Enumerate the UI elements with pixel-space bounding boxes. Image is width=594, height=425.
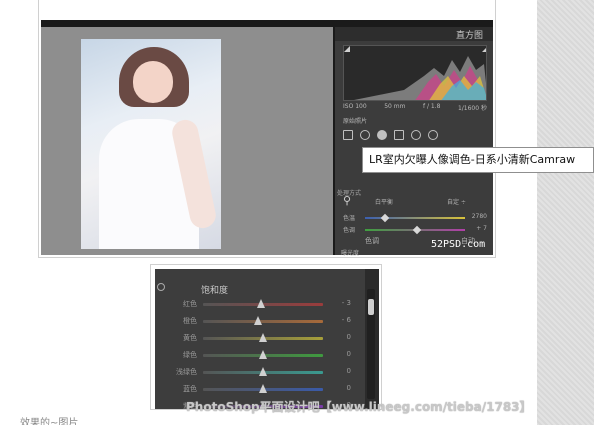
saturation-slider-track[interactable] bbox=[203, 320, 323, 323]
saturation-slider-value[interactable]: 0 bbox=[331, 384, 351, 392]
saturation-slider-value[interactable]: 0 bbox=[331, 333, 351, 341]
saturation-slider-knob[interactable] bbox=[259, 367, 267, 376]
saturation-screenshot: 饱和度 红色 - 3 橙色 - 6 黄色 0 绿色 0 浅绿色 0 蓝色 0 紫色 0 bbox=[150, 264, 382, 410]
histogram-title: 直方图 bbox=[455, 31, 483, 41]
scrollbar[interactable] bbox=[367, 289, 375, 399]
tooltip: LR室内欠曝人像调色-日系小清新Camraw bbox=[362, 147, 594, 173]
saturation-slider-row[interactable]: 绿色 0 bbox=[173, 348, 353, 362]
exif-iso: ISO 100 bbox=[343, 103, 367, 110]
tab-tone[interactable]: 色调 bbox=[365, 236, 379, 246]
histogram-graph bbox=[344, 46, 487, 100]
wb-label: 白平衡 bbox=[375, 199, 394, 206]
temp-knob[interactable] bbox=[380, 213, 390, 223]
exif-shutter: 1/1600 秒 bbox=[457, 105, 487, 112]
tint-knob[interactable] bbox=[412, 225, 422, 235]
photo-canvas[interactable] bbox=[41, 27, 333, 255]
original-photo-toggle[interactable]: 原始照片 bbox=[343, 116, 367, 125]
saturation-slider-label: 浅绿色 bbox=[176, 368, 197, 376]
crop-tool-icon[interactable] bbox=[343, 130, 353, 140]
saturation-slider-row[interactable]: 黄色 0 bbox=[173, 331, 353, 345]
develop-panel: 直方图 ISO 100 50 mm f / 1.8 1/1600 秒 原始照片 … bbox=[335, 27, 493, 257]
photo-face bbox=[133, 61, 173, 103]
saturation-window: 饱和度 红色 - 3 橙色 - 6 黄色 0 绿色 0 浅绿色 0 蓝色 0 紫色 0 bbox=[155, 269, 379, 410]
footer-watermark: PhotoShop平面设计吧【www.lineeg.com/tieba/1783… bbox=[186, 400, 532, 414]
lightroom-screenshot: 直方图 ISO 100 50 mm f / 1.8 1/1600 秒 原始照片 … bbox=[38, 0, 496, 258]
red-eye-icon[interactable] bbox=[377, 130, 387, 140]
spot-removal-icon[interactable] bbox=[360, 130, 370, 140]
tint-slider[interactable]: 色调 + 7 bbox=[343, 225, 487, 235]
tool-strip bbox=[339, 127, 489, 143]
saturation-slider-row[interactable]: 蓝色 0 bbox=[173, 382, 353, 396]
exif-info: ISO 100 50 mm f / 1.8 1/1600 秒 bbox=[343, 103, 487, 113]
tint-label: 色调 bbox=[343, 227, 356, 234]
histogram-header[interactable]: 直方图 bbox=[335, 27, 493, 41]
saturation-title: 饱和度 bbox=[201, 286, 229, 296]
saturation-slider-knob[interactable] bbox=[259, 350, 267, 359]
site-watermark: 52PSD.com bbox=[431, 239, 486, 250]
highlight-clipping-icon[interactable] bbox=[482, 46, 487, 52]
saturation-slider-label: 绿色 bbox=[183, 351, 197, 359]
saturation-slider-knob[interactable] bbox=[256, 299, 265, 308]
histogram-chart bbox=[343, 45, 487, 101]
eyedropper-icon[interactable]: ⚲ bbox=[343, 195, 355, 207]
saturation-slider-label: 黄色 bbox=[183, 334, 197, 342]
scrollbar-thumb[interactable] bbox=[368, 299, 374, 315]
saturation-slider-label: 蓝色 bbox=[183, 385, 197, 393]
saturation-slider-knob[interactable] bbox=[259, 333, 267, 342]
page-gutter bbox=[537, 0, 594, 425]
saturation-slider-row[interactable]: 浅绿色 0 bbox=[173, 365, 353, 379]
shadow-clipping-icon[interactable] bbox=[344, 46, 350, 52]
saturation-slider-value[interactable]: 0 bbox=[331, 367, 351, 375]
radial-filter-icon[interactable] bbox=[411, 130, 421, 140]
saturation-slider-value[interactable]: - 6 bbox=[331, 316, 351, 324]
exif-aperture: f / 1.8 bbox=[422, 103, 441, 110]
saturation-slider-knob[interactable] bbox=[259, 384, 267, 393]
wb-preset-select[interactable]: 自定 ÷ bbox=[447, 197, 466, 206]
temp-label: 色温 bbox=[343, 215, 356, 222]
temp-slider[interactable]: 色温 2780 bbox=[343, 213, 487, 223]
saturation-slider-value[interactable]: 0 bbox=[331, 350, 351, 358]
targeted-adjust-icon[interactable] bbox=[157, 283, 165, 291]
exif-focal: 50 mm bbox=[384, 103, 406, 110]
caption-text: 效果的~图片 bbox=[20, 418, 79, 425]
saturation-slider-row[interactable]: 橙色 - 6 bbox=[173, 314, 353, 328]
exposure-label: 曝光度 bbox=[341, 250, 360, 257]
portrait-photo bbox=[81, 39, 221, 249]
tint-value[interactable]: + 7 bbox=[476, 225, 487, 232]
saturation-slider-value[interactable]: - 3 bbox=[331, 299, 351, 307]
saturation-slider-knob[interactable] bbox=[254, 316, 263, 325]
saturation-slider-label: 橙色 bbox=[183, 317, 197, 325]
lightroom-window: 直方图 ISO 100 50 mm f / 1.8 1/1600 秒 原始照片 … bbox=[41, 20, 493, 257]
temp-value[interactable]: 2780 bbox=[472, 213, 487, 220]
adjustment-brush-icon[interactable] bbox=[428, 130, 438, 140]
saturation-slider-label: 红色 bbox=[183, 300, 197, 308]
graduated-filter-icon[interactable] bbox=[394, 130, 404, 140]
page: 直方图 ISO 100 50 mm f / 1.8 1/1600 秒 原始照片 … bbox=[0, 0, 594, 425]
saturation-slider-row[interactable]: 红色 - 3 bbox=[173, 297, 353, 311]
saturation-panel: 饱和度 红色 - 3 橙色 - 6 黄色 0 绿色 0 浅绿色 0 蓝色 0 紫色 0 bbox=[155, 269, 365, 410]
